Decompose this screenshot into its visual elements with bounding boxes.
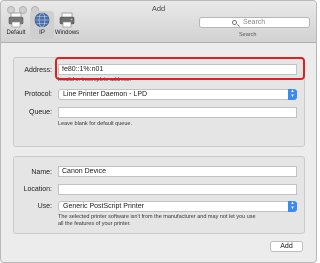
search-caption: Search xyxy=(239,32,257,38)
use-popup[interactable]: Generic PostScript Printer ▴ ▾ xyxy=(58,201,297,212)
queue-hint-text: Leave blank for default queue. xyxy=(58,121,133,127)
chevron-updown-icon: ▴ ▾ xyxy=(288,89,297,100)
use-value: Generic PostScript Printer xyxy=(63,203,144,210)
name-label: Name: xyxy=(31,169,52,176)
address-highlight-box xyxy=(55,57,305,80)
add-printer-window: Add Default IP Windows Search Search Add… xyxy=(0,0,317,263)
ip-globe-icon xyxy=(34,12,50,28)
name-input[interactable] xyxy=(58,166,297,177)
toolbar-windows-button[interactable]: Windows xyxy=(54,12,80,36)
search-field[interactable]: Search xyxy=(199,17,310,28)
toolbar-default-label: Default xyxy=(6,30,26,36)
protocol-value: Line Printer Daemon - LPD xyxy=(63,91,148,98)
location-label: Location: xyxy=(23,186,52,193)
toolbar-windows-label: Windows xyxy=(54,30,80,36)
toolbar-ip-label: IP xyxy=(39,30,45,36)
windows-printer-icon xyxy=(59,12,75,28)
address-label: Address: xyxy=(24,67,52,74)
location-input[interactable] xyxy=(58,184,297,195)
use-label: Use: xyxy=(37,203,52,210)
toolbar-default-button[interactable]: Default xyxy=(4,12,28,36)
chevron-updown-icon: ▴ ▾ xyxy=(288,201,297,212)
use-warning-line2: all the features of your printer. xyxy=(58,221,131,227)
search-icon xyxy=(232,20,237,25)
protocol-popup[interactable]: Line Printer Daemon - LPD ▴ ▾ xyxy=(58,89,297,100)
protocol-label: Protocol: xyxy=(24,91,52,98)
queue-input[interactable] xyxy=(58,107,297,118)
search-placeholder: Search xyxy=(243,19,266,26)
toolbar-ip-button[interactable]: IP xyxy=(30,11,54,39)
titlebar: Add Default IP Windows Search Search xyxy=(1,1,316,43)
queue-label: Queue: xyxy=(29,109,52,116)
use-warning-line1: The selected printer software isn't from… xyxy=(58,214,256,220)
add-button[interactable]: Add xyxy=(270,241,303,252)
default-printer-icon xyxy=(8,12,24,28)
